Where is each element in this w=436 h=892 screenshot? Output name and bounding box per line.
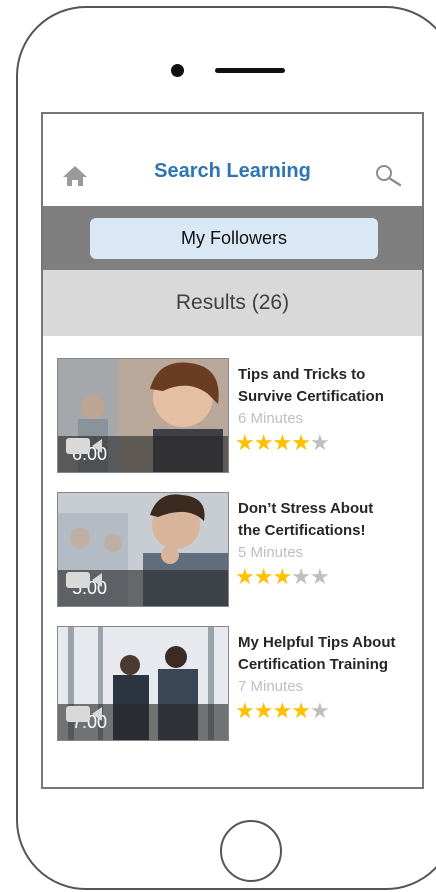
result-length: 6 Minutes: [238, 410, 304, 427]
result-title-line: Tips and Tricks to: [238, 366, 366, 383]
video-camera-icon: [66, 438, 102, 454]
video-thumbnail[interactable]: 6:00: [57, 358, 229, 473]
video-camera-icon: [66, 706, 102, 722]
result-length: 5 Minutes: [238, 544, 304, 561]
star-rating: ★★★★★: [235, 698, 330, 724]
star-empty-icon: ★: [309, 564, 330, 589]
page-title: Search Learning: [154, 160, 311, 182]
result-title-line: My Helpful Tips About: [238, 634, 396, 651]
camera-dot: [171, 64, 184, 77]
star-rating: ★★★★★: [235, 430, 330, 456]
star-filled-icon: ★: [253, 698, 274, 723]
star-filled-icon: ★: [272, 564, 292, 589]
result-title[interactable]: Don’t Stress About the Certifications!: [238, 498, 420, 542]
star-empty-icon: ★: [309, 698, 330, 723]
duration-overlay: 6:00: [58, 436, 228, 472]
star-filled-icon: ★: [253, 430, 274, 455]
result-title[interactable]: Tips and Tricks to Survive Certification: [238, 364, 420, 408]
result-title-line: Certification Training: [238, 656, 389, 673]
list-item[interactable]: 7:00 My Helpful Tips About Certification…: [57, 626, 417, 744]
star-filled-icon: ★: [291, 430, 311, 455]
result-title-line: Don’t Stress About: [238, 500, 374, 517]
star-filled-icon: ★: [272, 698, 292, 723]
results-count: Results (26): [43, 270, 422, 336]
video-camera-icon: [66, 572, 102, 588]
star-filled-icon: ★: [253, 564, 274, 589]
phone-home-button[interactable]: [220, 820, 282, 882]
star-filled-icon: ★: [235, 698, 255, 723]
video-thumbnail[interactable]: 7:00: [57, 626, 229, 741]
result-length: 7 Minutes: [238, 678, 304, 695]
result-title-line: the Certifications!: [238, 522, 366, 539]
star-empty-icon: ★: [291, 564, 311, 589]
star-filled-icon: ★: [272, 430, 292, 455]
star-filled-icon: ★: [235, 430, 255, 455]
result-title[interactable]: My Helpful Tips About Certification Trai…: [238, 632, 420, 676]
search-icon[interactable]: [373, 163, 403, 189]
list-item[interactable]: 5:00 Don’t Stress About the Certificatio…: [57, 492, 417, 610]
star-rating: ★★★★★: [235, 564, 330, 590]
result-title-line: Survive Certification: [238, 388, 384, 405]
video-thumbnail[interactable]: 5:00: [57, 492, 229, 607]
speaker-slot: [215, 68, 285, 73]
app-header: Search Learning: [43, 114, 422, 206]
duration-overlay: 5:00: [58, 570, 228, 606]
star-empty-icon: ★: [309, 430, 330, 455]
star-filled-icon: ★: [235, 564, 255, 589]
duration-overlay: 7:00: [58, 704, 228, 740]
filter-bar: My Followers: [43, 206, 422, 270]
app-screen: Search Learning My Followers Results (26…: [41, 112, 424, 789]
my-followers-button[interactable]: My Followers: [90, 218, 378, 259]
star-filled-icon: ★: [291, 698, 311, 723]
list-item[interactable]: 6:00 Tips and Tricks to Survive Certific…: [57, 358, 417, 476]
